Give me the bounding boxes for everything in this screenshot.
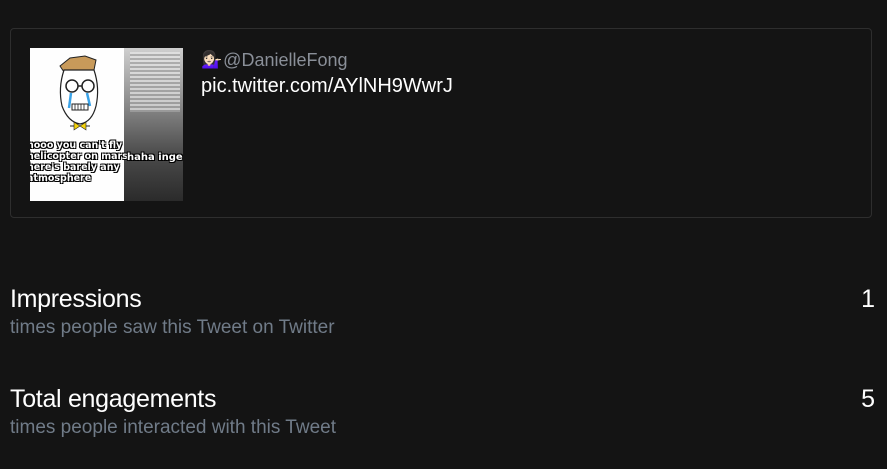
metric-subtitle: times people saw this Tweet on Twitter <box>10 317 335 338</box>
metric-total-engagements: Total engagements times people interacte… <box>10 384 875 440</box>
crying-wojak-icon <box>59 55 99 131</box>
metric-impressions: Impressions times people saw this Tweet … <box>10 284 875 340</box>
tweet-image-thumbnail[interactable]: nooo you can't fly helicopter on mars he… <box>30 48 183 201</box>
author-handle[interactable]: @DanielleFong <box>223 50 347 71</box>
metric-title: Total engagements <box>10 385 217 413</box>
metric-value: 1 <box>861 285 875 313</box>
metric-subtitle: times people interacted with this Tweet <box>10 417 336 438</box>
author-emoji-icon: 💁🏻‍♀️ <box>201 50 223 69</box>
meme-caption-right: haha inge <box>127 152 183 163</box>
meme-window-blinds <box>130 52 180 112</box>
tweet-card[interactable]: nooo you can't fly helicopter on mars he… <box>10 28 872 218</box>
tweet-text-link[interactable]: pic.twitter.com/AYlNH9WwrJ <box>201 75 453 98</box>
metric-title: Impressions <box>10 285 142 313</box>
meme-caption-left: nooo you can't fly helicopter on mars he… <box>30 140 128 184</box>
metric-value: 5 <box>861 385 875 413</box>
tweet-author[interactable]: 💁🏻‍♀️ @DanielleFong <box>201 49 348 71</box>
